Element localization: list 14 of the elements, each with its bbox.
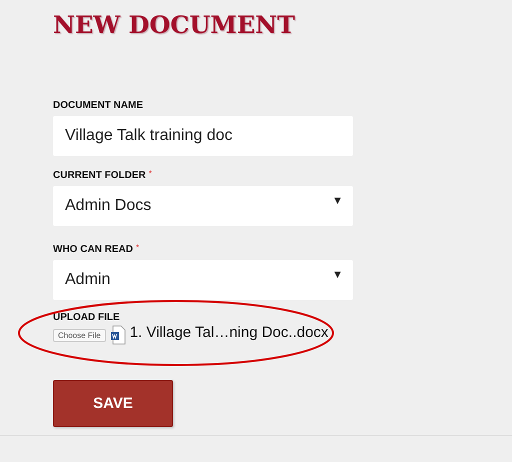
- field-label: CURRENT FOLDER: [53, 170, 146, 181]
- required-mark: *: [148, 170, 152, 178]
- select-field[interactable]: Admin Docs ▼: [53, 186, 353, 226]
- required-mark: *: [136, 244, 140, 252]
- field-label: DOCUMENT NAME: [53, 100, 143, 111]
- field-label: UPLOAD FILE: [53, 312, 121, 323]
- file-name: 1. Village Tal…ning Doc..docx: [130, 324, 328, 340]
- word-document-icon: [110, 325, 126, 345]
- save-button[interactable]: SAVE: [53, 380, 173, 427]
- select-field[interactable]: Admin ▼: [53, 260, 353, 300]
- page-title: NEW DOCUMENT: [52, 9, 296, 41]
- choose-file-button[interactable]: Choose File: [53, 328, 106, 342]
- field-label: WHO CAN READ: [53, 244, 133, 255]
- text-field[interactable]: Village Talk training doc: [53, 116, 353, 156]
